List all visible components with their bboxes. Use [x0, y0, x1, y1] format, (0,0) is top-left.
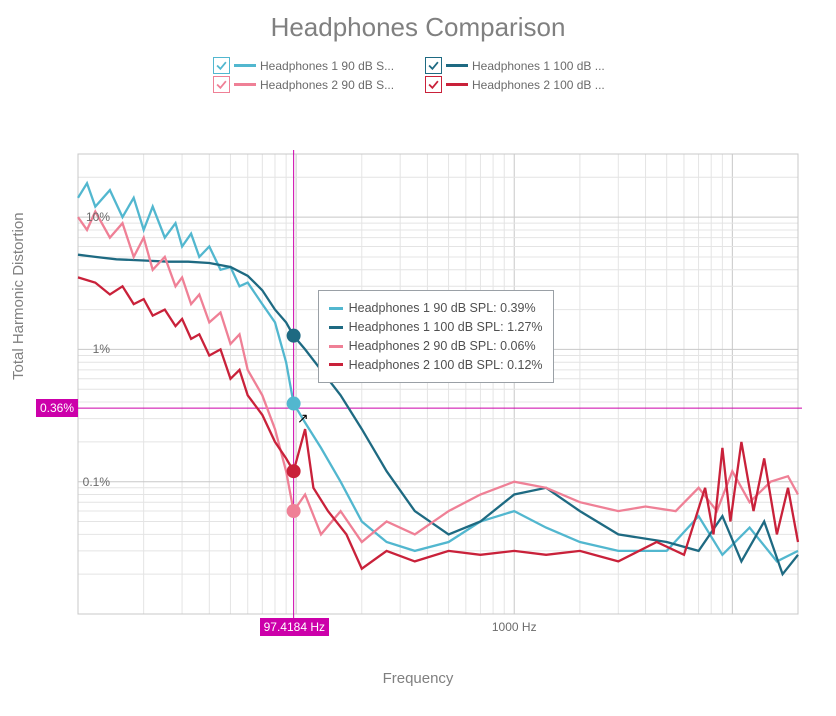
hover-tooltip: Headphones 1 90 dB SPL: 0.39% Headphones… [318, 290, 554, 383]
hover-markers [78, 154, 798, 614]
tooltip-swatch-icon [329, 326, 343, 329]
legend-label: Headphones 1 100 dB ... [472, 59, 605, 73]
legend-line-icon [234, 64, 256, 67]
tooltip-swatch-icon [329, 345, 343, 348]
tooltip-entry: Headphones 2 100 dB SPL: 0.12% [349, 356, 543, 375]
tooltip-entry: Headphones 1 100 dB SPL: 1.27% [349, 318, 543, 337]
legend-label: Headphones 2 90 dB S... [260, 78, 394, 92]
x-tick: 1000 Hz [492, 620, 537, 634]
tooltip-swatch-icon [329, 307, 343, 310]
chart-container: Headphones Comparison Headphones 1 90 dB… [0, 0, 836, 716]
legend: Headphones 1 90 dB S... Headphones 1 100… [213, 57, 623, 93]
y-tick: 0.1% [83, 475, 110, 489]
plot-area[interactable]: ↖ [78, 154, 798, 614]
legend-item-hp2-90[interactable]: Headphones 2 90 dB S... [213, 76, 403, 93]
checkbox-icon [213, 57, 230, 74]
tooltip-swatch-icon [329, 363, 343, 366]
chart-title: Headphones Comparison [0, 0, 836, 43]
tooltip-entry: Headphones 1 90 dB SPL: 0.39% [349, 299, 536, 318]
legend-line-icon [446, 64, 468, 67]
cursor-icon: ↖ [297, 410, 309, 427]
legend-item-hp1-100[interactable]: Headphones 1 100 dB ... [425, 57, 615, 74]
legend-line-icon [234, 83, 256, 86]
checkbox-icon [425, 76, 442, 93]
legend-item-hp1-90[interactable]: Headphones 1 90 dB S... [213, 57, 403, 74]
legend-label: Headphones 2 100 dB ... [472, 78, 605, 92]
y-tick: 10% [86, 210, 110, 224]
tooltip-entry: Headphones 2 90 dB SPL: 0.06% [349, 337, 536, 356]
checkbox-icon [213, 76, 230, 93]
crosshair-x-badge: 97.4184 Hz [260, 618, 329, 636]
crosshair-y-badge: 0.36% [36, 399, 78, 417]
y-tick: 1% [93, 342, 110, 356]
y-axis-label: Total Harmonic Distortion [10, 212, 27, 380]
checkbox-icon [425, 57, 442, 74]
legend-item-hp2-100[interactable]: Headphones 2 100 dB ... [425, 76, 615, 93]
x-axis-label: Frequency [0, 670, 836, 687]
legend-label: Headphones 1 90 dB S... [260, 59, 394, 73]
legend-line-icon [446, 83, 468, 86]
